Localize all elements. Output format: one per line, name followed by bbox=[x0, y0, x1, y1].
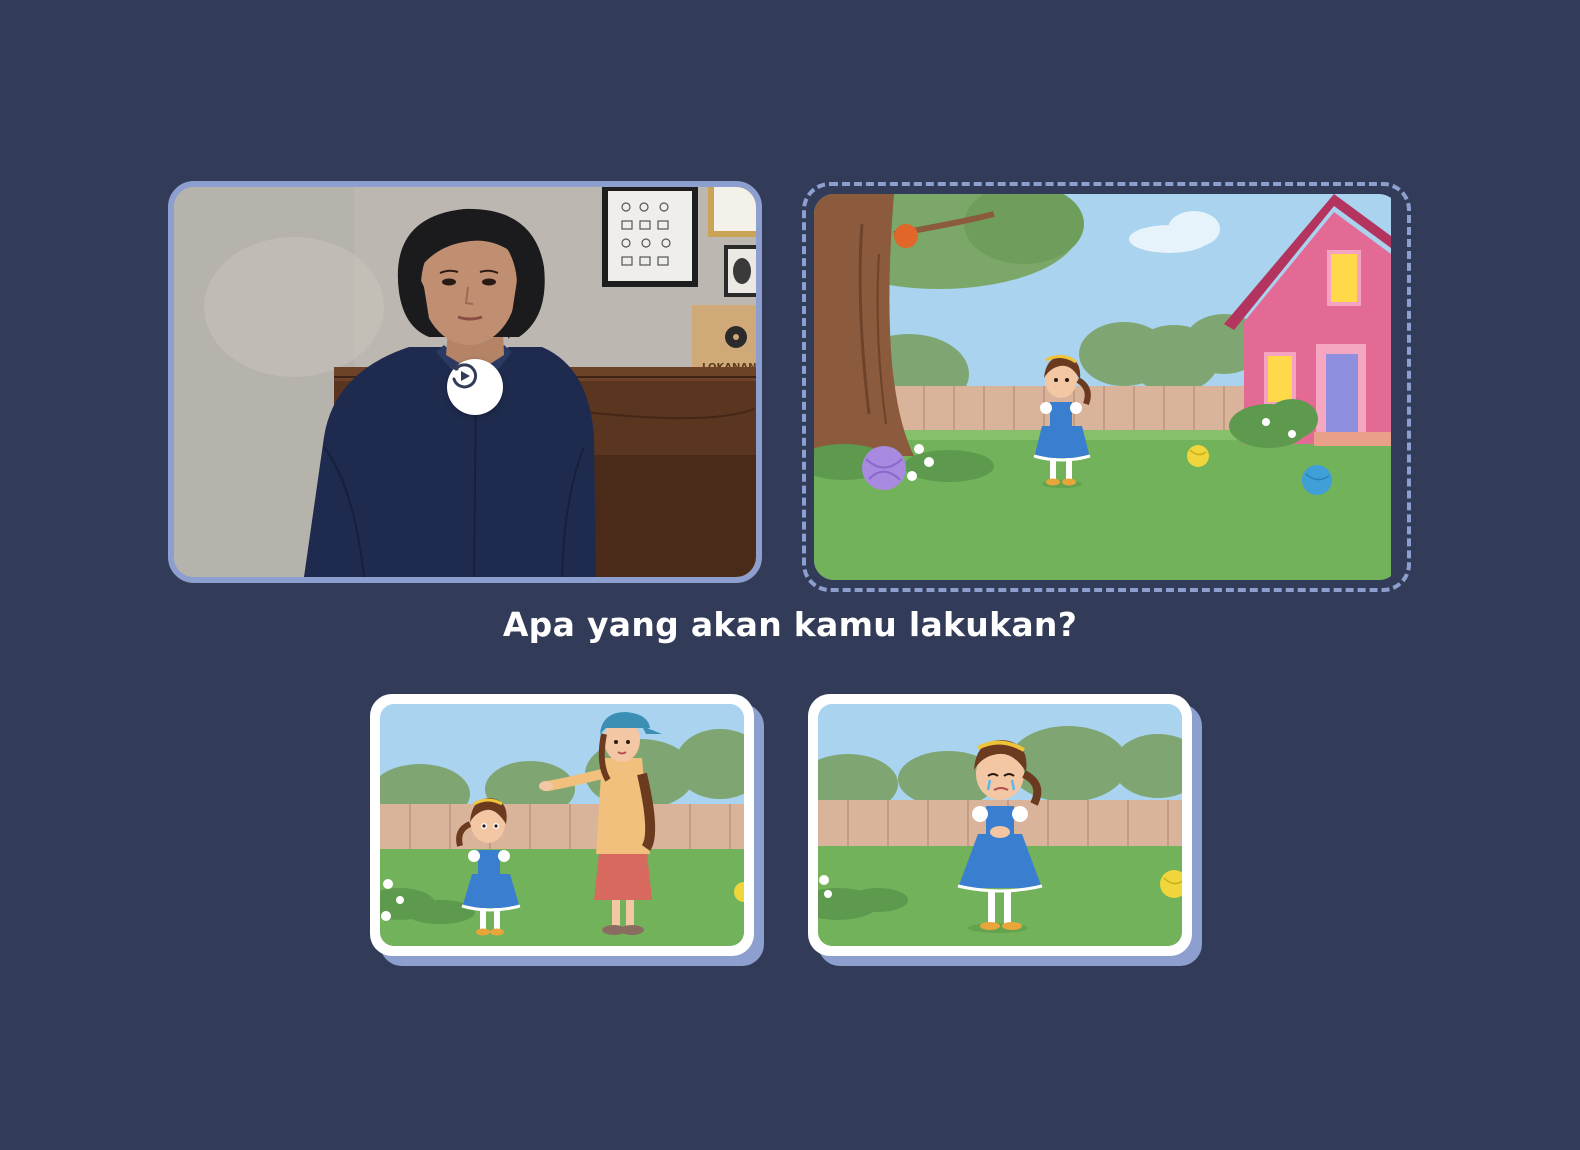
replay-icon bbox=[449, 361, 478, 389]
answer-option-a[interactable] bbox=[370, 694, 764, 966]
replay-button[interactable] bbox=[447, 359, 503, 415]
scene-frame bbox=[802, 182, 1411, 592]
scene-illustration bbox=[814, 194, 1399, 580]
card-face bbox=[808, 694, 1192, 956]
illustration-girl-crying bbox=[818, 704, 1182, 946]
illustration-mother-and-girl bbox=[380, 704, 744, 946]
answer-option-b[interactable] bbox=[808, 694, 1202, 966]
video-player[interactable]: LOKANANT bbox=[168, 181, 762, 583]
card-face bbox=[370, 694, 754, 956]
scene-image bbox=[814, 194, 1391, 580]
question-text: Apa yang akan kamu lakukan? bbox=[502, 605, 1078, 644]
